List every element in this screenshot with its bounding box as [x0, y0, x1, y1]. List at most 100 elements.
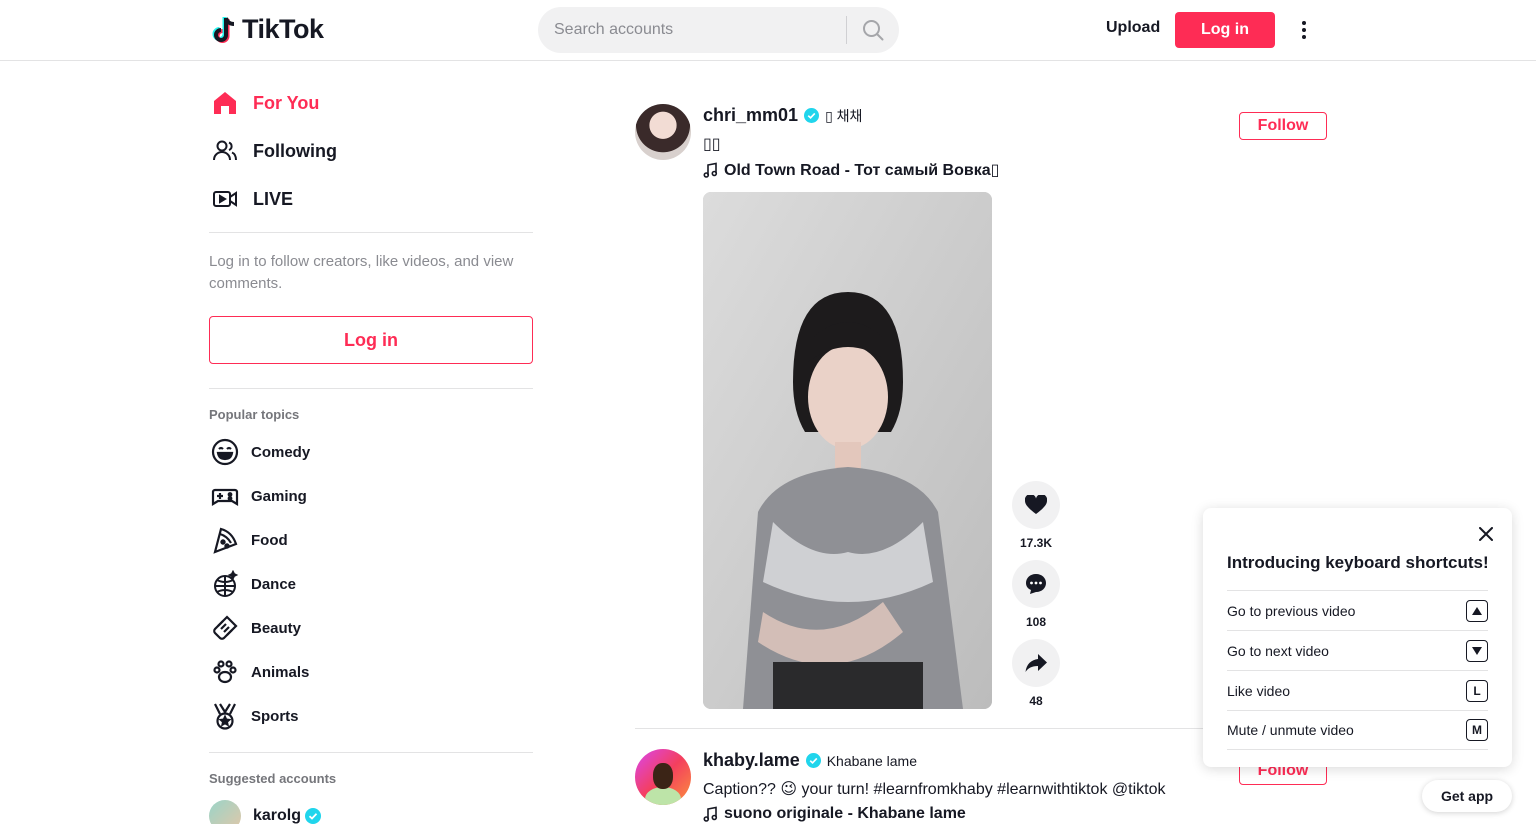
suggested-account[interactable]: karolg — [209, 800, 322, 824]
sidebar-login-button[interactable]: Log in — [209, 316, 533, 364]
verified-badge-icon — [804, 108, 820, 123]
nav-live[interactable]: LIVE — [209, 179, 293, 219]
topic-label: Food — [251, 531, 288, 549]
post-username[interactable]: chri_mm01 — [703, 105, 798, 126]
disco-ball-icon — [209, 568, 241, 600]
comment-count: 108 — [1025, 615, 1047, 629]
nav-label: LIVE — [253, 188, 294, 209]
top-header: TikTok Upload Log in — [0, 0, 1536, 61]
topic-animals[interactable]: Animals — [209, 654, 309, 690]
comment-icon — [1026, 574, 1046, 594]
popup-title: Introducing keyboard shortcuts! — [1227, 553, 1489, 572]
nav-following[interactable]: Following — [209, 131, 337, 171]
more-menu-button[interactable] — [1294, 18, 1314, 42]
music-note-icon — [703, 162, 718, 178]
comment-action[interactable]: 108 — [1012, 560, 1060, 629]
avatar[interactable] — [635, 104, 691, 160]
upload-link[interactable]: Upload — [1106, 19, 1160, 37]
nav-for-you[interactable]: For You — [209, 83, 319, 123]
like-button[interactable] — [1012, 481, 1060, 529]
shortcut-label: Like video — [1227, 682, 1291, 699]
post-music[interactable]: suono originale - Khabane lame — [703, 805, 966, 823]
login-hint: Log in to follow creators, like videos, … — [209, 253, 514, 292]
share-icon — [1025, 654, 1047, 672]
get-app-button[interactable]: Get app — [1422, 780, 1512, 812]
post-username[interactable]: khaby.lame — [703, 750, 800, 771]
verified-badge-icon — [305, 808, 322, 824]
key-down-icon — [1466, 639, 1488, 662]
shortcut-row: Mute / unmute video M — [1227, 710, 1488, 750]
popular-topics-title: Popular topics — [209, 407, 300, 422]
logo-text: TikTok — [242, 14, 324, 44]
search-button[interactable] — [850, 7, 896, 53]
post-author-row: chri_mm01 ▯ 채채 — [703, 105, 862, 126]
close-icon — [1479, 527, 1493, 541]
home-icon — [209, 87, 241, 119]
medal-icon — [209, 700, 241, 732]
post-nickname: ▯ 채채 — [825, 107, 863, 124]
video-player[interactable] — [703, 192, 992, 709]
like-action[interactable]: 17.3K — [1012, 481, 1060, 550]
topic-gaming[interactable]: Gaming — [209, 478, 307, 514]
post-author-row: khaby.lame Khabane lame — [703, 750, 917, 771]
topic-label: Comedy — [251, 443, 311, 461]
share-button[interactable] — [1012, 639, 1060, 687]
topic-dance[interactable]: Dance — [209, 566, 296, 602]
post-music[interactable]: Old Town Road - Тот самый Вовка▯ — [703, 160, 999, 180]
sidebar: For You Following LIVE Log in to follow … — [209, 61, 533, 824]
key-l-icon: L — [1466, 679, 1488, 702]
search-icon — [863, 20, 884, 41]
close-button[interactable] — [1475, 523, 1497, 545]
verified-badge-icon — [805, 753, 821, 768]
shortcut-row: Go to next video — [1227, 630, 1488, 670]
post-nickname: Khabane lame — [826, 752, 918, 769]
shortcut-row: Go to previous video — [1227, 590, 1488, 630]
post-music-title: suono originale - Khabane lame — [724, 805, 966, 822]
topic-food[interactable]: Food — [209, 522, 288, 558]
users-icon — [209, 135, 241, 167]
topic-label: Dance — [251, 575, 297, 593]
keyboard-shortcuts-popup: Introducing keyboard shortcuts! Go to pr… — [1203, 508, 1512, 767]
pizza-icon — [209, 524, 241, 556]
gamepad-icon — [209, 480, 241, 512]
header-login-button[interactable]: Log in — [1175, 12, 1275, 48]
sidebar-divider — [209, 232, 533, 233]
avatar-shirt — [645, 787, 681, 805]
shortcut-label: Mute / unmute video — [1227, 722, 1354, 738]
key-up-icon — [1466, 599, 1488, 622]
paw-icon — [209, 656, 241, 688]
topic-sports[interactable]: Sports — [209, 698, 299, 734]
sidebar-divider — [209, 388, 533, 389]
search-divider — [846, 16, 847, 44]
suggested-accounts-title: Suggested accounts — [209, 771, 337, 786]
search-input[interactable] — [554, 7, 844, 53]
smile-icon — [209, 436, 241, 468]
nav-label: Following — [253, 140, 337, 161]
more-vertical-icon — [1302, 21, 1306, 39]
heart-icon — [1025, 495, 1047, 514]
avatar-face — [653, 763, 673, 789]
like-count: 17.3K — [1019, 536, 1053, 550]
post-caption: Caption?? 😉 your turn! #learnfromkhaby #… — [703, 781, 1166, 798]
shortcut-label: Go to previous video — [1227, 602, 1356, 619]
sidebar-divider — [209, 752, 533, 753]
topic-beauty[interactable]: Beauty — [209, 610, 301, 646]
comment-button[interactable] — [1012, 560, 1060, 608]
tiktok-logo[interactable]: TikTok — [212, 14, 324, 45]
avatar[interactable] — [635, 749, 691, 805]
nav-label: For You — [253, 92, 320, 113]
topic-label: Sports — [251, 707, 299, 725]
share-action[interactable]: 48 — [1012, 639, 1060, 708]
live-icon — [209, 183, 241, 215]
topic-comedy[interactable]: Comedy — [209, 434, 310, 470]
topic-label: Beauty — [251, 619, 302, 637]
suggested-account-name-row: karolg — [253, 807, 322, 824]
comb-icon — [209, 612, 241, 644]
topic-label: Gaming — [251, 487, 307, 505]
topic-label: Animals — [251, 663, 310, 681]
suggested-account-name: karolg — [253, 807, 302, 824]
post-music-title: Old Town Road - Тот самый Вовка▯ — [724, 162, 1000, 179]
share-count: 48 — [1029, 694, 1043, 708]
follow-button[interactable]: Follow — [1239, 112, 1327, 140]
avatar — [209, 800, 241, 824]
